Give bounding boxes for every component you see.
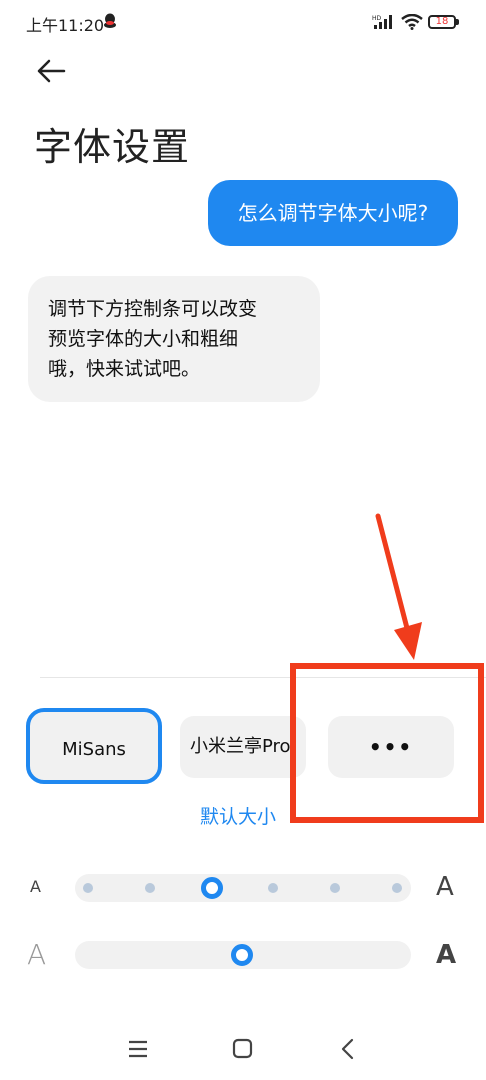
wifi-icon bbox=[401, 14, 423, 30]
status-time: 上午11:20 bbox=[26, 16, 105, 35]
answer-bubble: 调节下方控制条可以改变 预览字体的大小和粗细 哦，快来试试吧。 bbox=[28, 276, 320, 402]
size-step-dot[interactable] bbox=[392, 883, 402, 893]
default-size-link[interactable]: 默认大小 bbox=[200, 802, 276, 829]
size-large-label: A bbox=[436, 872, 454, 902]
font-option-xiaomi-lanting[interactable]: 小米兰亭Pro bbox=[180, 716, 306, 778]
size-slider-knob[interactable] bbox=[201, 877, 223, 899]
weight-slider-knob[interactable] bbox=[231, 944, 253, 966]
highlight-box bbox=[290, 663, 484, 823]
battery-icon: 18 bbox=[428, 15, 456, 29]
size-step-dot[interactable] bbox=[268, 883, 278, 893]
back-arrow-icon[interactable] bbox=[36, 58, 66, 84]
answer-line: 调节下方控制条可以改变 bbox=[48, 298, 258, 320]
font-option-misans[interactable]: MiSans bbox=[26, 708, 162, 784]
weight-thin-label: A bbox=[27, 938, 47, 971]
size-step-dot[interactable] bbox=[145, 883, 155, 893]
svg-text:HD: HD bbox=[372, 15, 382, 22]
weight-bold-label: A bbox=[436, 940, 457, 970]
question-bubble: 怎么调节字体大小呢? bbox=[208, 180, 458, 246]
size-step-dot[interactable] bbox=[330, 883, 340, 893]
back-nav-icon[interactable] bbox=[340, 1038, 356, 1060]
weight-slider[interactable] bbox=[75, 941, 411, 969]
size-small-label: A bbox=[30, 877, 41, 896]
page-title: 字体设置 bbox=[34, 125, 191, 169]
signal-icon: HD bbox=[372, 15, 392, 29]
home-icon[interactable] bbox=[232, 1038, 254, 1060]
size-slider[interactable] bbox=[75, 874, 411, 902]
size-step-dot[interactable] bbox=[83, 883, 93, 893]
battery-tip bbox=[456, 19, 459, 25]
qq-icon bbox=[104, 13, 116, 28]
red-arrow-annotation bbox=[375, 513, 422, 660]
menu-icon[interactable] bbox=[128, 1038, 148, 1060]
answer-line: 哦，快来试试吧。 bbox=[48, 358, 201, 380]
answer-line: 预览字体的大小和粗细 bbox=[48, 328, 239, 350]
